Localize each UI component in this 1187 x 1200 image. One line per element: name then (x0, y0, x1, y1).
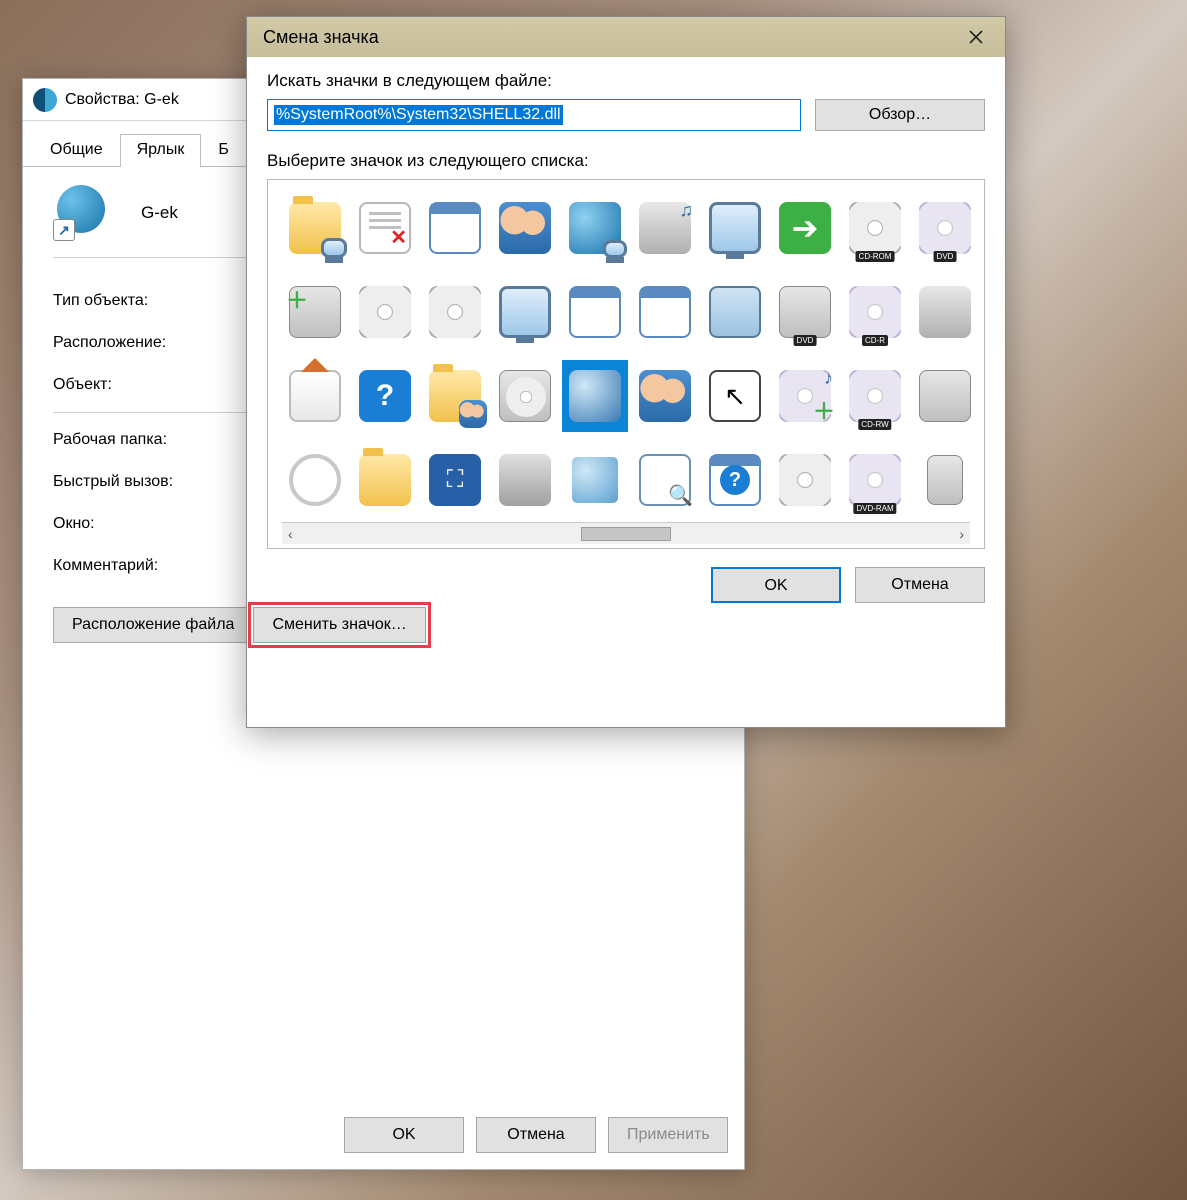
server-stack-icon[interactable] (912, 360, 978, 432)
props-ok-button[interactable]: OK (344, 1117, 464, 1153)
folder-icon[interactable] (352, 444, 418, 516)
users-icon[interactable] (492, 192, 558, 264)
search-file-label: Искать значки в следующем файле: (267, 71, 985, 91)
change-icon-titlebar[interactable]: Смена значка (247, 17, 1005, 57)
disc-music-add-icon[interactable]: ♪＋ (772, 360, 838, 432)
user-group-icon[interactable] (632, 360, 698, 432)
cdrw-disc-icon[interactable]: CD-RW (842, 360, 908, 432)
icon-list: ✕ ♫ ➔ CD-ROM DVD ＋ DVD CD-R (267, 179, 985, 549)
disc-silver-icon[interactable] (772, 444, 838, 516)
icon-path-value: %SystemRoot%\System32\SHELL32.dll (274, 105, 563, 125)
shield-selected-icon[interactable] (562, 360, 628, 432)
shortcut-name: G-ek (141, 203, 178, 223)
close-button[interactable] (953, 21, 999, 53)
disc-stop-icon[interactable] (422, 276, 488, 348)
select-icon-label: Выберите значок из следующего списка: (267, 151, 985, 171)
disc-burn-icon[interactable] (352, 276, 418, 348)
world-clock-icon[interactable] (562, 444, 628, 516)
add-device-icon[interactable]: ＋ (282, 276, 348, 348)
ci-ok-button[interactable]: OK (711, 567, 841, 603)
cdrom-disc-icon[interactable]: CD-ROM (842, 192, 908, 264)
app-icon (33, 88, 57, 112)
power-icon[interactable] (282, 444, 348, 516)
speaker-music-icon[interactable]: ♫ (632, 192, 698, 264)
headphones-icon[interactable] (912, 276, 978, 348)
scroll-thumb[interactable] (581, 527, 671, 541)
gear-window-icon[interactable] (632, 276, 698, 348)
cdr-disc-icon[interactable]: CD-R (842, 276, 908, 348)
icon-list-scrollbar[interactable]: ‹ › (282, 522, 970, 544)
printer-icon[interactable] (492, 444, 558, 516)
list-delete-icon[interactable]: ✕ (352, 192, 418, 264)
arrow-right-icon[interactable]: ➔ (772, 192, 838, 264)
scroll-right-icon[interactable]: › (959, 526, 964, 542)
monitor-chat-icon[interactable] (702, 192, 768, 264)
search-window-icon[interactable] (632, 444, 698, 516)
browse-button[interactable]: Обзор… (815, 99, 985, 131)
folder-users-icon[interactable] (422, 360, 488, 432)
tower-pc-icon[interactable] (912, 444, 978, 516)
keyboard-icon[interactable] (702, 276, 768, 348)
change-icon-title: Смена значка (263, 27, 379, 48)
help-icon[interactable]: ? (352, 360, 418, 432)
fullscreen-icon[interactable] (422, 444, 488, 516)
close-icon (968, 29, 984, 45)
dvd-disc-icon[interactable]: DVD (912, 192, 978, 264)
tab-more[interactable]: Б (201, 134, 246, 167)
help-shield-icon[interactable]: ? (702, 444, 768, 516)
change-icon-button[interactable]: Сменить значок… (253, 607, 425, 643)
properties-title: Свойства: G-ek (65, 91, 179, 109)
open-location-button[interactable]: Расположение файла (53, 607, 253, 643)
scroll-left-icon[interactable]: ‹ (288, 526, 293, 542)
network-globe-icon[interactable] (562, 192, 628, 264)
display-color-icon[interactable] (492, 276, 558, 348)
checklist-window-icon[interactable] (562, 276, 628, 348)
shortcut-icon: ↗ (53, 185, 109, 241)
tab-shortcut[interactable]: Ярлык (120, 134, 202, 167)
mail-window-icon[interactable] (422, 192, 488, 264)
dvdram-disc-icon[interactable]: DVD-RAM (842, 444, 908, 516)
cursor-monitor-icon[interactable] (702, 360, 768, 432)
icon-path-input[interactable]: %SystemRoot%\System32\SHELL32.dll (267, 99, 801, 131)
house-icon[interactable] (282, 360, 348, 432)
ci-cancel-button[interactable]: Отмена (855, 567, 985, 603)
folder-monitor-icon[interactable] (282, 192, 348, 264)
props-cancel-button[interactable]: Отмена (476, 1117, 596, 1153)
properties-footer: OK Отмена Применить (23, 1117, 744, 1153)
tab-general[interactable]: Общие (33, 134, 120, 167)
props-apply-button[interactable]: Применить (608, 1117, 728, 1153)
disc-box-icon[interactable] (492, 360, 558, 432)
dvd-drive-icon[interactable]: DVD (772, 276, 838, 348)
